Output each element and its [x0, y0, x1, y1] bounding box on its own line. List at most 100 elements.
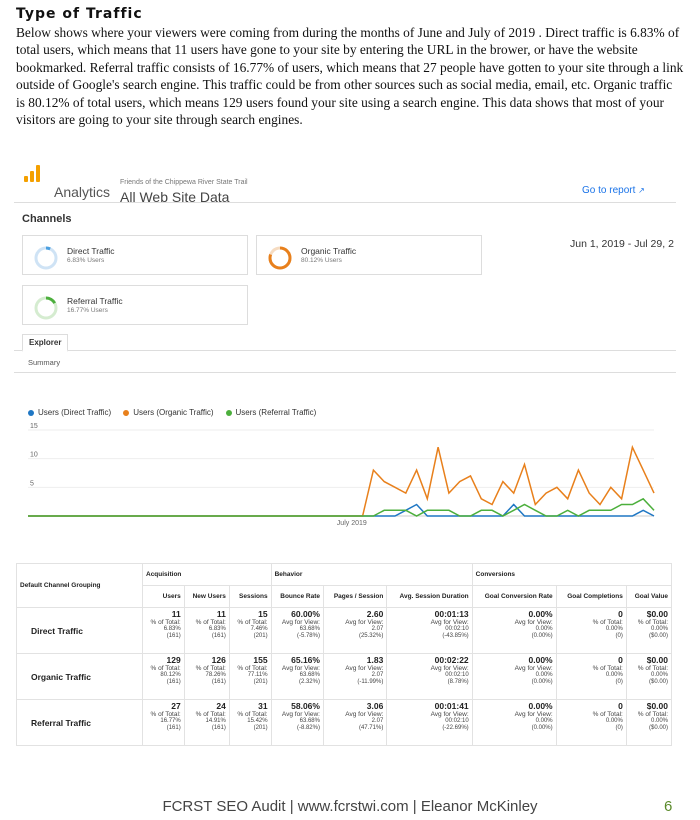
table-cell: 155% of Total: 77.11% (201) — [228, 653, 272, 700]
cell-detail: Avg for View: — [430, 665, 469, 672]
cell-detail: (161) — [211, 679, 226, 685]
table-cell: 0.00% Avg for View: 0.00% (0.00%) — [471, 653, 557, 700]
legend-label: Users (Referral Traffic) — [235, 408, 317, 417]
cell-detail: 63.68% — [299, 626, 320, 632]
cell-value: 31 — [258, 701, 268, 711]
cell-detail: (161) — [166, 725, 181, 731]
table-row: Organic Traffic 129% of Total: 80.12% (161)… — [16, 653, 673, 700]
table-section-header: Default Channel Grouping Acquisition Beh… — [16, 563, 673, 608]
date-range-picker[interactable]: Jun 1, 2019 - Jul 29, 2 — [570, 238, 674, 250]
cell-detail: (-22.69%) — [442, 725, 469, 731]
cell-detail: (0) — [615, 679, 623, 685]
donut-icon — [268, 246, 292, 270]
cell-value: 58.06% — [291, 701, 320, 711]
tab-summary[interactable]: Summary — [28, 358, 60, 367]
cell-detail: Avg for View: — [345, 619, 384, 626]
cell-detail: Avg for View: — [345, 711, 384, 718]
account-name[interactable]: Friends of the Chippewa River State Trai… — [120, 179, 248, 186]
col-pages-session[interactable]: Pages / Session — [322, 585, 388, 608]
cell-detail: (25.32%) — [358, 633, 384, 639]
channel-card-referral[interactable]: Referral Traffic 16.77% Users — [22, 285, 248, 325]
analytics-screenshot: Analytics Friends of the Chippewa River … — [14, 165, 676, 534]
cell-detail: Avg for View: — [345, 665, 384, 672]
row-label[interactable]: Direct Traffic — [16, 607, 143, 654]
tab-divider — [14, 350, 676, 351]
cell-detail: 14.91% — [205, 718, 226, 724]
legend-dot-icon — [225, 409, 232, 416]
col-users[interactable]: Users — [142, 585, 185, 608]
cell-detail: Avg for View: — [281, 711, 320, 718]
col-sessions[interactable]: Sessions — [228, 585, 272, 608]
tab-explorer[interactable]: Explorer — [22, 334, 69, 352]
table-cell: 129% of Total: 80.12% (161) — [142, 653, 185, 700]
series-line — [28, 444, 655, 517]
legend-label: Users (Direct Traffic) — [38, 408, 112, 417]
section-behavior: Behavior — [270, 563, 473, 586]
table-cell: 0% of Total: 0.00% (0) — [555, 653, 627, 700]
cell-value: $0.00 — [646, 609, 668, 619]
table-cell: 60.00% Avg for View: 63.68% (-5.78%) — [270, 607, 324, 654]
cell-detail: % of Total: — [637, 619, 668, 626]
cell-detail: (2.32%) — [298, 679, 320, 685]
cell-detail: 0.00% — [650, 626, 668, 632]
cell-detail: % of Total: — [237, 665, 268, 672]
cell-detail: % of Total: — [637, 711, 668, 718]
cell-detail: % of Total: — [237, 619, 268, 626]
cell-detail: 0.00% — [605, 626, 623, 632]
cell-detail: 63.68% — [299, 718, 320, 724]
cell-detail: (161) — [211, 725, 226, 731]
col-goal-completions[interactable]: Goal Completions — [555, 585, 627, 608]
col-new-users[interactable]: New Users — [183, 585, 230, 608]
cell-value: 60.00% — [291, 609, 320, 619]
header-divider — [14, 202, 676, 203]
cell-detail: Avg for View: — [514, 665, 553, 672]
cell-detail: (201) — [253, 679, 268, 685]
cell-detail: (-11.99%) — [357, 679, 384, 685]
cell-detail: 00:02:10 — [445, 626, 469, 632]
cell-value: 0 — [618, 609, 623, 619]
section-conversions: Conversions — [471, 563, 673, 586]
col-goal-value[interactable]: Goal Value — [625, 585, 673, 608]
cell-value: 00:01:41 — [434, 701, 469, 711]
go-to-report-link[interactable]: Go to report ↗ — [582, 185, 645, 196]
cell-detail: (0) — [615, 633, 623, 639]
cell-value: 0 — [618, 655, 623, 665]
legend-item[interactable]: Users (Organic Traffic) — [123, 408, 214, 417]
y-tick-label: 15 — [30, 423, 38, 430]
cell-detail: 0.00% — [535, 672, 553, 678]
col-avg-duration[interactable]: Avg. Session Duration — [386, 585, 473, 608]
cell-detail: ($0.00) — [648, 633, 668, 639]
legend-item[interactable]: Users (Direct Traffic) — [28, 408, 111, 417]
legend-item[interactable]: Users (Referral Traffic) — [225, 408, 317, 417]
page-number: 6 — [664, 798, 673, 815]
table-cell: 24% of Total: 14.91% (161) — [183, 699, 230, 746]
cell-detail: 78.26% — [205, 672, 226, 678]
cell-value: 27 — [171, 701, 181, 711]
cell-detail: (-43.85%) — [442, 633, 469, 639]
cell-detail: 80.12% — [160, 672, 181, 678]
cell-detail: % of Total: — [237, 711, 268, 718]
cell-value: $0.00 — [646, 655, 668, 665]
cell-detail: 0.00% — [650, 672, 668, 678]
analytics-header: Analytics Friends of the Chippewa River … — [14, 165, 676, 210]
channel-card-organic[interactable]: Organic Traffic 80.12% Users — [256, 235, 482, 275]
cell-detail: Avg for View: — [430, 711, 469, 718]
table-cell: 65.16% Avg for View: 63.68% (2.32%) — [270, 653, 324, 700]
cell-value: 0.00% — [528, 609, 553, 619]
cell-detail: 0.00% — [605, 718, 623, 724]
row-label[interactable]: Referral Traffic — [16, 699, 143, 746]
cell-detail: Avg for View: — [514, 619, 553, 626]
table-cell: 2.60 Avg for View: 2.07 (25.32%) — [322, 607, 388, 654]
channel-card-direct[interactable]: Direct Traffic 6.83% Users — [22, 235, 248, 275]
card-title: Referral Traffic — [67, 296, 123, 306]
line-chart: 5 10 15 July 2019 — [28, 423, 655, 527]
cell-detail: 2.07 — [371, 626, 384, 632]
group-header: Default Channel Grouping — [16, 563, 143, 608]
col-goal-conv-rate[interactable]: Goal Conversion Rate — [471, 585, 557, 608]
table-cell: 3.06 Avg for View: 2.07 (47.71%) — [322, 699, 388, 746]
cell-detail: 6.83% — [163, 626, 181, 632]
row-label[interactable]: Organic Traffic — [16, 653, 143, 700]
table-cell: 00:02:22 Avg for View: 00:02:10 (8.78%) — [386, 653, 473, 700]
table-cell: 0% of Total: 0.00% (0) — [555, 607, 627, 654]
col-bounce-rate[interactable]: Bounce Rate — [270, 585, 324, 608]
